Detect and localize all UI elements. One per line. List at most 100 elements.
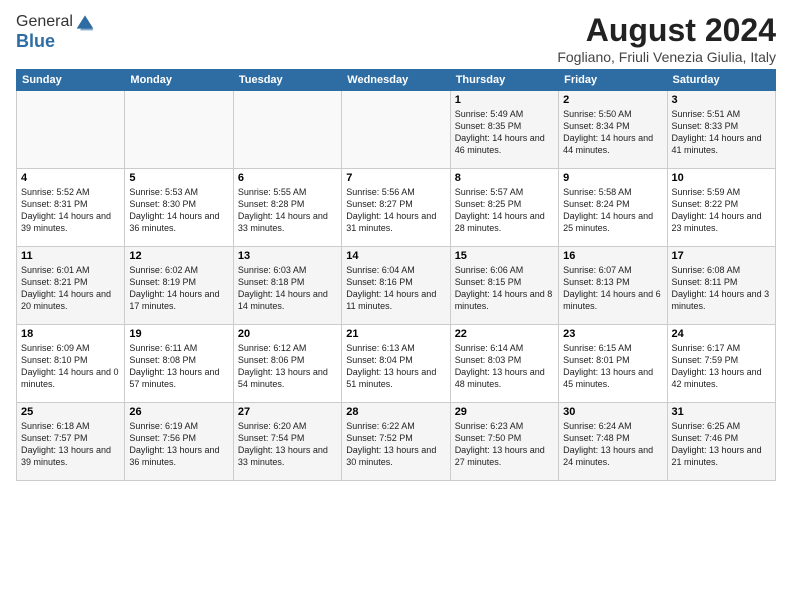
day-info: Sunrise: 6:17 AM Sunset: 7:59 PM Dayligh… <box>672 342 771 391</box>
day-number: 24 <box>672 328 771 340</box>
table-row: 13Sunrise: 6:03 AM Sunset: 8:18 PM Dayli… <box>233 247 341 325</box>
day-info: Sunrise: 5:58 AM Sunset: 8:24 PM Dayligh… <box>563 186 662 235</box>
calendar-week-row: 4 Sunrise: 5:52 AM Sunset: 8:31 PM Daylig… <box>17 169 776 247</box>
day-number: 15 <box>455 250 554 262</box>
logo: General Blue <box>16 12 95 50</box>
calendar-week-row: 18Sunrise: 6:09 AM Sunset: 8:10 PM Dayli… <box>17 325 776 403</box>
calendar-header-row: Sunday Monday Tuesday Wednesday Thursday… <box>17 70 776 91</box>
table-row: 26 Sunrise: 6:19 AM Sunset: 7:56 PM Dayli… <box>125 403 233 481</box>
table-row <box>342 91 450 169</box>
day-info: Sunrise: 6:13 AM Sunset: 8:04 PM Dayligh… <box>346 342 445 391</box>
calendar-week-row: 25 Sunrise: 6:18 AM Sunset: 7:57 PM Dayli… <box>17 403 776 481</box>
table-row: 8 Sunrise: 5:57 AM Sunset: 8:25 PM Daylig… <box>450 169 558 247</box>
header-monday: Monday <box>125 70 233 91</box>
day-info: Sunrise: 6:07 AM Sunset: 8:13 PM Dayligh… <box>563 264 662 313</box>
day-info: Sunrise: 6:11 AM Sunset: 8:08 PM Dayligh… <box>129 342 228 391</box>
day-info: Sunrise: 6:22 AM Sunset: 7:52 PM Dayligh… <box>346 420 445 469</box>
header-thursday: Thursday <box>450 70 558 91</box>
day-number: 26 <box>129 406 228 418</box>
day-number: 2 <box>563 94 662 106</box>
day-number: 28 <box>346 406 445 418</box>
day-number: 8 <box>455 172 554 184</box>
table-row: 4 Sunrise: 5:52 AM Sunset: 8:31 PM Daylig… <box>17 169 125 247</box>
day-info: Sunrise: 6:24 AM Sunset: 7:48 PM Dayligh… <box>563 420 662 469</box>
day-info: Sunrise: 5:57 AM Sunset: 8:25 PM Dayligh… <box>455 186 554 235</box>
day-info: Sunrise: 6:12 AM Sunset: 8:06 PM Dayligh… <box>238 342 337 391</box>
table-row: 7 Sunrise: 5:56 AM Sunset: 8:27 PM Daylig… <box>342 169 450 247</box>
header: General Blue August 2024 Fogliano, Friul… <box>16 12 776 65</box>
day-info: Sunrise: 5:50 AM Sunset: 8:34 PM Dayligh… <box>563 108 662 157</box>
table-row: 16 Sunrise: 6:07 AM Sunset: 8:13 PM Dayli… <box>559 247 667 325</box>
day-number: 25 <box>21 406 120 418</box>
day-number: 5 <box>129 172 228 184</box>
table-row: 10 Sunrise: 5:59 AM Sunset: 8:22 PM Dayli… <box>667 169 775 247</box>
day-info: Sunrise: 6:14 AM Sunset: 8:03 PM Dayligh… <box>455 342 554 391</box>
day-info: Sunrise: 6:23 AM Sunset: 7:50 PM Dayligh… <box>455 420 554 469</box>
day-info: Sunrise: 6:03 AM Sunset: 8:18 PM Dayligh… <box>238 264 337 313</box>
header-wednesday: Wednesday <box>342 70 450 91</box>
table-row: 11Sunrise: 6:01 AM Sunset: 8:21 PM Dayli… <box>17 247 125 325</box>
day-info: Sunrise: 6:09 AM Sunset: 8:10 PM Dayligh… <box>21 342 120 391</box>
day-number: 12 <box>129 250 228 262</box>
day-info: Sunrise: 6:19 AM Sunset: 7:56 PM Dayligh… <box>129 420 228 469</box>
table-row: 6 Sunrise: 5:55 AM Sunset: 8:28 PM Daylig… <box>233 169 341 247</box>
header-sunday: Sunday <box>17 70 125 91</box>
day-number: 31 <box>672 406 771 418</box>
calendar-table: Sunday Monday Tuesday Wednesday Thursday… <box>16 69 776 481</box>
day-number: 19 <box>129 328 228 340</box>
day-info: Sunrise: 5:56 AM Sunset: 8:27 PM Dayligh… <box>346 186 445 235</box>
logo-icon <box>75 12 95 32</box>
day-number: 23 <box>563 328 662 340</box>
day-info: Sunrise: 6:18 AM Sunset: 7:57 PM Dayligh… <box>21 420 120 469</box>
table-row: 17 Sunrise: 6:08 AM Sunset: 8:11 PM Dayli… <box>667 247 775 325</box>
day-number: 16 <box>563 250 662 262</box>
header-tuesday: Tuesday <box>233 70 341 91</box>
table-row: 2 Sunrise: 5:50 AM Sunset: 8:34 PM Daylig… <box>559 91 667 169</box>
day-info: Sunrise: 6:15 AM Sunset: 8:01 PM Dayligh… <box>563 342 662 391</box>
day-number: 3 <box>672 94 771 106</box>
table-row: 23 Sunrise: 6:15 AM Sunset: 8:01 PM Dayli… <box>559 325 667 403</box>
table-row: 18Sunrise: 6:09 AM Sunset: 8:10 PM Dayli… <box>17 325 125 403</box>
day-info: Sunrise: 5:52 AM Sunset: 8:31 PM Dayligh… <box>21 186 120 235</box>
day-info: Sunrise: 6:20 AM Sunset: 7:54 PM Dayligh… <box>238 420 337 469</box>
day-number: 10 <box>672 172 771 184</box>
table-row <box>17 91 125 169</box>
day-number: 29 <box>455 406 554 418</box>
day-info: Sunrise: 5:59 AM Sunset: 8:22 PM Dayligh… <box>672 186 771 235</box>
day-number: 21 <box>346 328 445 340</box>
table-row: 31 Sunrise: 6:25 AM Sunset: 7:46 PM Dayli… <box>667 403 775 481</box>
day-info: Sunrise: 5:51 AM Sunset: 8:33 PM Dayligh… <box>672 108 771 157</box>
day-number: 7 <box>346 172 445 184</box>
day-number: 14 <box>346 250 445 262</box>
day-number: 20 <box>238 328 337 340</box>
title-block: August 2024 Fogliano, Friuli Venezia Giu… <box>557 12 776 65</box>
day-number: 27 <box>238 406 337 418</box>
day-number: 4 <box>21 172 120 184</box>
table-row: 5 Sunrise: 5:53 AM Sunset: 8:30 PM Daylig… <box>125 169 233 247</box>
table-row <box>233 91 341 169</box>
calendar-week-row: 11Sunrise: 6:01 AM Sunset: 8:21 PM Dayli… <box>17 247 776 325</box>
day-info: Sunrise: 5:55 AM Sunset: 8:28 PM Dayligh… <box>238 186 337 235</box>
table-row: 12Sunrise: 6:02 AM Sunset: 8:19 PM Dayli… <box>125 247 233 325</box>
day-number: 30 <box>563 406 662 418</box>
table-row: 21 Sunrise: 6:13 AM Sunset: 8:04 PM Dayli… <box>342 325 450 403</box>
day-number: 11 <box>21 250 120 262</box>
day-number: 6 <box>238 172 337 184</box>
table-row: 29 Sunrise: 6:23 AM Sunset: 7:50 PM Dayli… <box>450 403 558 481</box>
day-info: Sunrise: 6:25 AM Sunset: 7:46 PM Dayligh… <box>672 420 771 469</box>
calendar-week-row: 1Sunrise: 5:49 AM Sunset: 8:35 PM Daylig… <box>17 91 776 169</box>
table-row: 3 Sunrise: 5:51 AM Sunset: 8:33 PM Daylig… <box>667 91 775 169</box>
header-saturday: Saturday <box>667 70 775 91</box>
table-row: 9Sunrise: 5:58 AM Sunset: 8:24 PM Daylig… <box>559 169 667 247</box>
table-row: 27 Sunrise: 6:20 AM Sunset: 7:54 PM Dayli… <box>233 403 341 481</box>
day-info: Sunrise: 6:06 AM Sunset: 8:15 PM Dayligh… <box>455 264 554 313</box>
table-row: 19 Sunrise: 6:11 AM Sunset: 8:08 PM Dayli… <box>125 325 233 403</box>
location-title: Fogliano, Friuli Venezia Giulia, Italy <box>557 49 776 65</box>
table-row: 25 Sunrise: 6:18 AM Sunset: 7:57 PM Dayli… <box>17 403 125 481</box>
logo-blue-text: Blue <box>16 32 95 50</box>
day-number: 17 <box>672 250 771 262</box>
day-info: Sunrise: 6:08 AM Sunset: 8:11 PM Dayligh… <box>672 264 771 313</box>
day-info: Sunrise: 5:53 AM Sunset: 8:30 PM Dayligh… <box>129 186 228 235</box>
page: General Blue August 2024 Fogliano, Friul… <box>0 0 792 493</box>
table-row: 24 Sunrise: 6:17 AM Sunset: 7:59 PM Dayli… <box>667 325 775 403</box>
